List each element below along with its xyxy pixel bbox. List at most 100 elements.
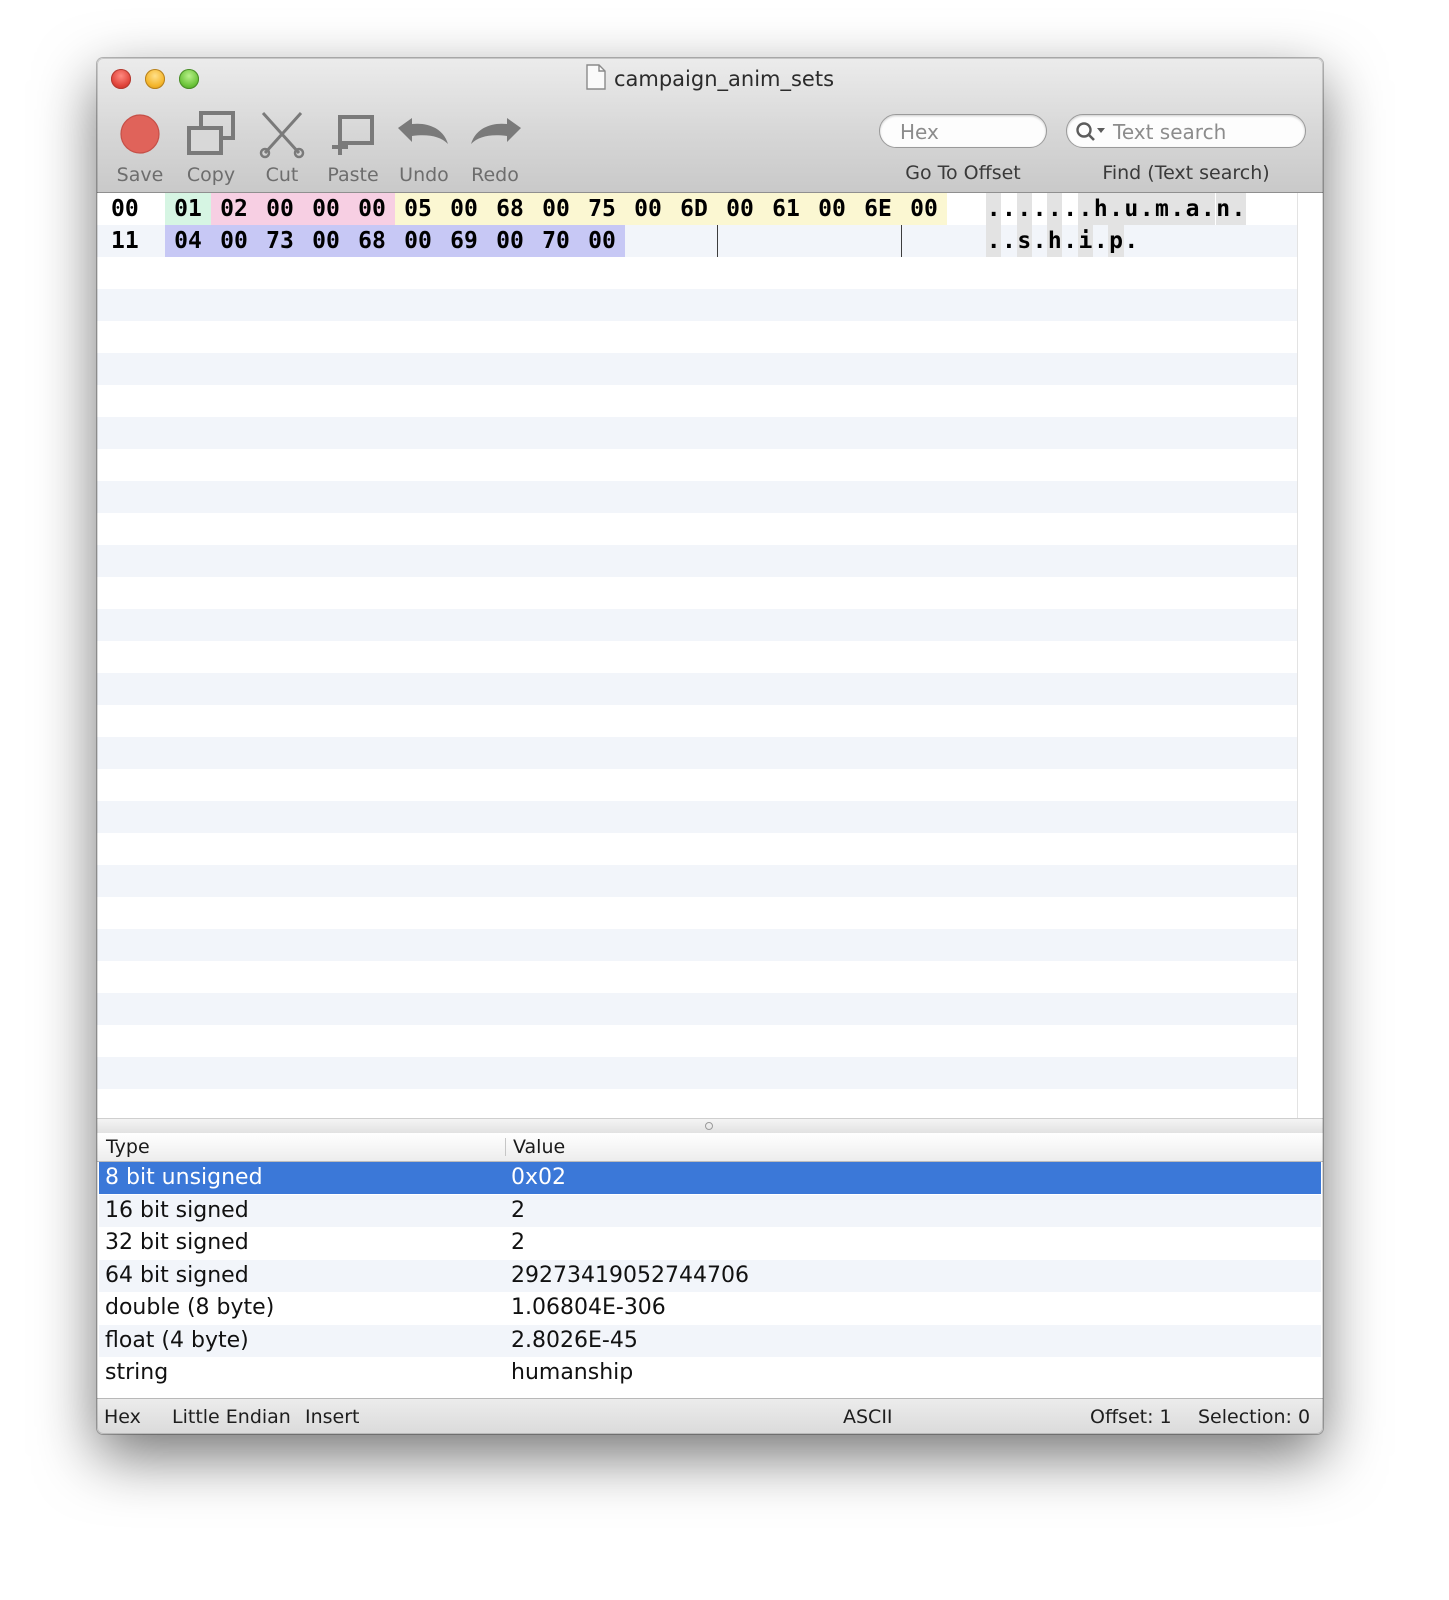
ascii-char-cell[interactable]: . xyxy=(1200,193,1216,225)
ascii-char-cell[interactable]: p xyxy=(1108,225,1124,257)
ascii-char-cell[interactable]: . xyxy=(1047,193,1063,225)
hex-byte-cell[interactable]: 00 xyxy=(349,193,395,225)
hex-byte-cell[interactable]: 00 xyxy=(533,193,579,225)
status-endian[interactable]: Little Endian xyxy=(172,1399,291,1434)
hex-row[interactable]: 11 04 00 73 00 68 00 69 00 70 00.. s. h. i. p. xyxy=(97,225,1297,257)
ascii-char-cell[interactable]: . xyxy=(1093,225,1108,257)
ascii-char-cell[interactable]: . xyxy=(1077,193,1094,225)
ascii-char-cell[interactable]: . xyxy=(1108,193,1124,225)
status-mode[interactable]: Hex xyxy=(104,1399,141,1434)
paste-label: Paste xyxy=(327,164,379,186)
hex-byte-cell[interactable]: 61 xyxy=(763,193,809,225)
save-button[interactable]: Save xyxy=(105,108,175,186)
status-encoding[interactable]: ASCII xyxy=(843,1399,893,1434)
hex-byte-cell[interactable]: 00 xyxy=(257,193,303,225)
text-search-input[interactable]: Text search xyxy=(1066,114,1306,148)
row-offset: 11 xyxy=(111,228,139,254)
inspector-row[interactable]: 32 bit signed 2 xyxy=(99,1227,1321,1259)
ascii-char-cell[interactable]: . xyxy=(986,193,1002,225)
hex-byte-cell[interactable]: 01 xyxy=(165,193,211,225)
ascii-char-cell[interactable]: . xyxy=(1001,193,1016,225)
search-icon[interactable] xyxy=(1075,121,1107,143)
hex-byte-cell[interactable]: 00 xyxy=(809,193,855,225)
hex-view[interactable]: 00 01 02 00 00 00 05 00 68 00 75 00 6D 00 61 00 6E 00....… xyxy=(97,193,1297,1118)
ascii-char-cell[interactable]: . xyxy=(1016,193,1032,225)
ascii-char-cell[interactable]: h xyxy=(1047,225,1063,257)
ascii-char-cell[interactable]: . xyxy=(986,225,1002,257)
hex-row-background xyxy=(97,769,1297,801)
ascii-char-cell[interactable]: . xyxy=(1032,193,1047,225)
inspector-type: float (4 byte) xyxy=(105,1327,249,1353)
hex-row-background xyxy=(97,481,1297,513)
hex-byte-cell[interactable]: 02 xyxy=(211,193,257,225)
ascii-char-cell[interactable]: . xyxy=(1124,225,1139,257)
hex-byte-cell[interactable]: 05 xyxy=(395,193,441,225)
hex-byte-cell[interactable]: 68 xyxy=(349,225,395,257)
paste-button[interactable]: Paste xyxy=(318,108,388,186)
inspector-row[interactable]: string humanship xyxy=(99,1357,1321,1389)
ascii-char-cell[interactable]: . xyxy=(1032,225,1047,257)
ascii-char-cell[interactable]: . xyxy=(1230,193,1247,225)
ascii-char-cell[interactable]: u xyxy=(1123,193,1139,225)
inspector-row[interactable]: 64 bit signed 29273419052744706 xyxy=(99,1259,1321,1292)
inspector-type: 16 bit signed xyxy=(105,1197,249,1223)
ascii-char-cell[interactable]: . xyxy=(1139,193,1155,225)
hex-byte-cell[interactable]: 00 xyxy=(901,193,947,225)
ascii-char-cell[interactable]: n xyxy=(1215,193,1231,225)
hex-byte-cell[interactable]: 00 xyxy=(395,225,441,257)
redo-button[interactable]: Redo xyxy=(460,108,530,186)
hex-byte-cell[interactable]: 00 xyxy=(487,225,533,257)
split-view-divider[interactable] xyxy=(97,1118,1323,1134)
ascii-char-cell[interactable]: . xyxy=(1063,193,1078,225)
inspector-type: 8 bit unsigned xyxy=(105,1165,263,1190)
hex-byte-cell[interactable]: 68 xyxy=(487,193,533,225)
inspector-row[interactable]: 16 bit signed 2 xyxy=(99,1194,1321,1227)
offset-input[interactable]: Hex xyxy=(879,114,1047,148)
hex-byte-cell[interactable]: 00 xyxy=(303,225,349,257)
redo-label: Redo xyxy=(471,164,519,186)
hex-byte-cell[interactable]: 75 xyxy=(579,193,625,225)
hex-row-background xyxy=(97,641,1297,673)
hex-byte-cell[interactable]: 6D xyxy=(671,193,717,225)
copy-button[interactable]: Copy xyxy=(176,108,246,186)
window-title-bar: campaign_anim_sets xyxy=(97,64,1323,94)
ascii-char-cell[interactable]: a xyxy=(1184,193,1201,225)
hex-row[interactable]: 00 01 02 00 00 00 05 00 68 00 75 00 6D 00 61 00 6E 00....… xyxy=(97,193,1297,225)
hex-byte-cell[interactable]: 6E xyxy=(855,193,901,225)
ascii-char-cell[interactable]: . xyxy=(1169,193,1185,225)
status-edit-mode[interactable]: Insert xyxy=(305,1399,360,1434)
inspector-row[interactable]: 8 bit unsigned 0x02 xyxy=(99,1162,1321,1194)
ascii-char-cell[interactable]: i xyxy=(1077,225,1094,257)
hex-row-background xyxy=(97,737,1297,769)
hex-byte-cell[interactable]: 00 xyxy=(303,193,349,225)
hex-byte-cell[interactable]: 00 xyxy=(211,225,257,257)
hex-byte-cell[interactable]: 73 xyxy=(257,225,303,257)
hex-scrollbar[interactable] xyxy=(1297,193,1323,1118)
value-column-header[interactable]: Value xyxy=(513,1133,565,1161)
cut-label: Cut xyxy=(265,164,299,186)
hex-byte-cell[interactable]: 70 xyxy=(533,225,579,257)
hex-byte-cell[interactable]: 00 xyxy=(625,193,671,225)
hex-row-background xyxy=(97,961,1297,993)
hex-byte-cell[interactable]: 00 xyxy=(441,193,487,225)
ascii-char-cell[interactable]: s xyxy=(1016,225,1032,257)
ascii-char-cell[interactable]: h xyxy=(1093,193,1109,225)
inspector-type: 32 bit signed xyxy=(105,1230,249,1255)
ascii-char-cell[interactable]: m xyxy=(1154,193,1170,225)
hex-row-background xyxy=(97,705,1297,737)
inspector-value: humanship xyxy=(511,1360,634,1385)
hex-byte-cell[interactable]: 00 xyxy=(579,225,625,257)
inspector-row[interactable]: double (8 byte) 1.06804E-306 xyxy=(99,1292,1321,1324)
inspector-row[interactable]: float (4 byte) 2.8026E-45 xyxy=(99,1324,1321,1357)
hex-byte-cell[interactable]: 69 xyxy=(441,225,487,257)
cut-button[interactable]: Cut xyxy=(247,108,317,186)
hex-byte-cell[interactable]: 04 xyxy=(165,225,211,257)
undo-button[interactable]: Undo xyxy=(389,108,459,186)
hex-row-background xyxy=(97,833,1297,865)
status-bar: Hex Little Endian Insert ASCII Offset: 1… xyxy=(97,1398,1323,1434)
type-column-header[interactable]: Type xyxy=(106,1133,150,1161)
hex-row-background xyxy=(97,513,1297,545)
ascii-char-cell[interactable]: . xyxy=(1001,225,1016,257)
hex-byte-cell[interactable]: 00 xyxy=(717,193,763,225)
ascii-char-cell[interactable]: . xyxy=(1063,225,1078,257)
